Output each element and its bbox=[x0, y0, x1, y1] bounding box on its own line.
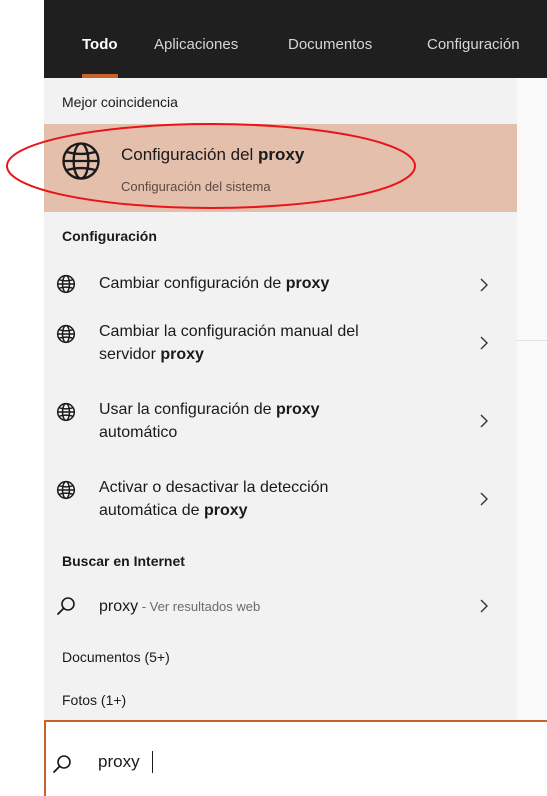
web-search-result[interactable]: proxy - Ver resultados web bbox=[44, 584, 517, 628]
label-highlight: proxy bbox=[275, 401, 320, 418]
web-suffix: - Ver resultados web bbox=[138, 599, 261, 614]
label-line2: automático bbox=[99, 424, 178, 441]
tab-label: Configuración bbox=[427, 36, 520, 53]
active-tab-underline bbox=[82, 74, 118, 78]
tab-configuracion[interactable]: Configuración bbox=[427, 0, 520, 78]
photos-group[interactable]: Fotos (1+) bbox=[62, 692, 126, 708]
item-label: Cambiar la configuración manual del serv… bbox=[99, 320, 454, 366]
search-input[interactable]: proxy bbox=[98, 752, 140, 772]
label-line1: Usar la configuración de proxy bbox=[99, 398, 454, 421]
item-label: Cambiar configuración de proxy bbox=[99, 272, 454, 295]
text-caret bbox=[152, 751, 153, 773]
section-internet: Buscar en Internet bbox=[62, 553, 185, 569]
label-line2: automática de proxy bbox=[99, 499, 454, 522]
label-text: Cambiar configuración de bbox=[99, 275, 286, 292]
annotation-ellipse bbox=[6, 123, 416, 209]
divider bbox=[517, 340, 547, 341]
tab-label: Documentos bbox=[288, 36, 373, 53]
globe-icon bbox=[56, 480, 76, 500]
section-settings: Configuración bbox=[62, 228, 157, 244]
section-best-match: Mejor coincidencia bbox=[62, 94, 178, 110]
tab-documentos[interactable]: Documentos bbox=[288, 0, 372, 78]
tab-label: Aplicaciones bbox=[154, 36, 239, 53]
settings-item-auto-proxy[interactable]: Usar la configuración de proxy automátic… bbox=[44, 392, 517, 454]
chevron-right-icon bbox=[480, 492, 488, 506]
settings-item-change-proxy[interactable]: Cambiar configuración de proxy bbox=[44, 262, 517, 308]
chevron-right-icon bbox=[480, 336, 488, 350]
globe-icon bbox=[56, 402, 76, 422]
label-highlight: proxy bbox=[160, 346, 204, 363]
label-text: automática de bbox=[99, 502, 204, 519]
globe-icon bbox=[56, 274, 76, 294]
label-line1: Activar o desactivar la detección bbox=[99, 479, 329, 496]
item-label: Activar o desactivar la detección automá… bbox=[99, 476, 454, 522]
search-icon bbox=[57, 597, 75, 615]
label-text: Usar la configuración de bbox=[99, 401, 276, 418]
documents-group[interactable]: Documentos (5+) bbox=[62, 649, 170, 665]
chevron-right-icon bbox=[480, 599, 488, 613]
tab-aplicaciones[interactable]: Aplicaciones bbox=[154, 0, 238, 78]
tab-bar: Todo Aplicaciones Documentos Configuraci… bbox=[44, 0, 547, 78]
settings-item-manual-proxy[interactable]: Cambiar la configuración manual del serv… bbox=[44, 314, 517, 376]
settings-item-auto-detect[interactable]: Activar o desactivar la detección automá… bbox=[44, 470, 517, 532]
tab-label: Todo bbox=[82, 36, 118, 53]
chevron-right-icon bbox=[480, 414, 488, 428]
item-label: proxy - Ver resultados web bbox=[99, 595, 454, 618]
label-highlight: proxy bbox=[203, 502, 248, 519]
label-line2: servidor proxy bbox=[99, 343, 454, 366]
label-line1: Cambiar la configuración manual del bbox=[99, 323, 359, 340]
label-highlight: proxy bbox=[285, 275, 330, 292]
item-label: Usar la configuración de proxy automátic… bbox=[99, 398, 454, 444]
label-text: servidor bbox=[99, 346, 161, 363]
web-query: proxy bbox=[99, 598, 139, 615]
search-box[interactable]: proxy bbox=[44, 720, 547, 796]
globe-icon bbox=[56, 324, 76, 344]
preview-pane bbox=[517, 78, 547, 720]
chevron-right-icon bbox=[480, 278, 488, 292]
search-icon bbox=[53, 755, 71, 773]
tab-todo[interactable]: Todo bbox=[82, 0, 118, 78]
